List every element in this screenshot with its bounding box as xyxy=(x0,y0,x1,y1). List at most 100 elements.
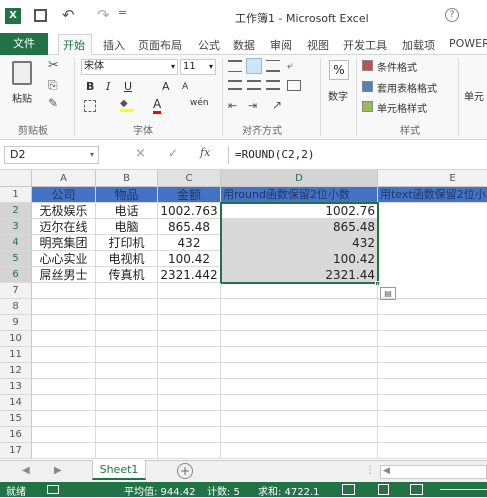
cell-c5[interactable]: 100.42 xyxy=(158,251,221,267)
empty-cell[interactable] xyxy=(32,347,96,363)
empty-cell[interactable] xyxy=(32,427,96,443)
formula-input[interactable]: =ROUND(C2,2) xyxy=(228,146,487,164)
empty-cell[interactable] xyxy=(378,411,487,427)
add-sheet-button[interactable]: + xyxy=(177,463,193,479)
column-header-c[interactable]: C xyxy=(158,170,221,187)
empty-cell[interactable] xyxy=(378,283,487,299)
fill-color-icon[interactable]: ◆ xyxy=(120,98,134,112)
copy-icon[interactable]: ⎘ xyxy=(48,78,58,93)
decrease-indent-icon[interactable]: ⇤ xyxy=(228,99,237,112)
cell-a5[interactable]: 心心实业 xyxy=(32,251,96,267)
empty-cell[interactable] xyxy=(221,411,378,427)
empty-cell[interactable] xyxy=(158,379,221,395)
cell-a2[interactable]: 无极娱乐 xyxy=(32,203,96,219)
cell-d2[interactable]: 1002.76 xyxy=(221,203,378,219)
cell-b4[interactable]: 打印机 xyxy=(96,235,158,251)
empty-cell[interactable] xyxy=(158,427,221,443)
empty-cell[interactable] xyxy=(32,443,96,459)
empty-cell[interactable] xyxy=(158,299,221,315)
empty-cell[interactable] xyxy=(378,379,487,395)
row-header[interactable]: 5 xyxy=(0,251,32,267)
empty-cell[interactable] xyxy=(32,299,96,315)
empty-cell[interactable] xyxy=(32,363,96,379)
row-header[interactable]: 10 xyxy=(0,331,32,347)
empty-cell[interactable] xyxy=(378,315,487,331)
empty-cell[interactable] xyxy=(378,363,487,379)
empty-cell[interactable] xyxy=(158,283,221,299)
tab-review[interactable]: 审阅 xyxy=(270,37,292,53)
align-top-icon[interactable] xyxy=(228,60,242,72)
empty-cell[interactable] xyxy=(378,331,487,347)
empty-cell[interactable] xyxy=(158,347,221,363)
cell-d1[interactable]: 用round函数保留2位小数 xyxy=(221,187,378,203)
empty-cell[interactable] xyxy=(96,299,158,315)
cell-e1[interactable]: 用text函数保留2位小 xyxy=(378,187,487,203)
font-color-button[interactable]: A xyxy=(153,98,162,114)
cell-c4[interactable]: 432 xyxy=(158,235,221,251)
cell-a3[interactable]: 迈尔在线 xyxy=(32,219,96,235)
select-all-button[interactable] xyxy=(0,170,32,187)
align-center-icon[interactable] xyxy=(247,80,261,90)
row-header[interactable]: 17 xyxy=(0,443,32,459)
macro-record-icon[interactable] xyxy=(47,485,59,494)
cell-c2[interactable]: 1002.763 xyxy=(158,203,221,219)
cell-b5[interactable]: 电视机 xyxy=(96,251,158,267)
row-header[interactable]: 11 xyxy=(0,347,32,363)
empty-cell[interactable] xyxy=(158,443,221,459)
empty-cell[interactable] xyxy=(96,411,158,427)
empty-cell[interactable] xyxy=(221,347,378,363)
align-left-icon[interactable] xyxy=(228,80,242,90)
phonetic-button[interactable]: wén xyxy=(190,98,209,108)
normal-view-icon[interactable] xyxy=(342,484,355,495)
tab-page-layout[interactable]: 页面布局 xyxy=(138,37,182,53)
tab-formulas[interactable]: 公式 xyxy=(198,37,220,53)
empty-cell[interactable] xyxy=(96,315,158,331)
column-header-a[interactable]: A xyxy=(32,170,96,187)
row-header[interactable]: 9 xyxy=(0,315,32,331)
horizontal-scrollbar[interactable]: ◀ xyxy=(380,465,487,479)
empty-cell[interactable] xyxy=(221,443,378,459)
empty-cell[interactable] xyxy=(158,363,221,379)
cell-a6[interactable]: 屌丝男士 xyxy=(32,267,96,283)
empty-cell[interactable] xyxy=(221,379,378,395)
empty-cell[interactable] xyxy=(221,331,378,347)
empty-cell[interactable] xyxy=(96,427,158,443)
column-header-b[interactable]: B xyxy=(96,170,158,187)
italic-button[interactable]: I xyxy=(106,80,110,93)
empty-cell[interactable] xyxy=(158,315,221,331)
empty-cell[interactable] xyxy=(221,363,378,379)
cancel-icon[interactable]: × xyxy=(135,146,146,161)
row-header[interactable]: 14 xyxy=(0,395,32,411)
row-header[interactable]: 8 xyxy=(0,299,32,315)
undo-icon[interactable]: ↶ xyxy=(62,6,75,24)
enter-icon[interactable]: ✓ xyxy=(168,146,178,160)
empty-cell[interactable] xyxy=(96,395,158,411)
empty-cell[interactable] xyxy=(378,299,487,315)
percent-button[interactable]: % xyxy=(329,60,349,80)
row-header[interactable]: 4 xyxy=(0,235,32,251)
row-header[interactable]: 16 xyxy=(0,427,32,443)
empty-cell[interactable] xyxy=(221,395,378,411)
empty-cell[interactable] xyxy=(32,395,96,411)
column-header-d[interactable]: D xyxy=(221,170,378,187)
page-break-view-icon[interactable] xyxy=(410,484,423,495)
paste-icon[interactable] xyxy=(12,61,32,85)
name-box[interactable]: D2 ▾ xyxy=(4,146,99,164)
sheet-tab-sheet1[interactable]: Sheet1 xyxy=(92,460,146,480)
cell-c6[interactable]: 2321.442 xyxy=(158,267,221,283)
conditional-format-button[interactable]: 条件格式 xyxy=(377,59,417,74)
row-header[interactable]: 3 xyxy=(0,219,32,235)
tab-view[interactable]: 视图 xyxy=(307,37,329,53)
merge-center-icon[interactable] xyxy=(287,80,301,91)
tab-power[interactable]: POWER xyxy=(449,37,487,50)
format-as-table-button[interactable]: 套用表格格式 xyxy=(377,80,437,95)
empty-cell[interactable] xyxy=(158,411,221,427)
empty-cell[interactable] xyxy=(378,427,487,443)
align-middle-icon[interactable] xyxy=(246,58,262,74)
font-grow-button[interactable]: A xyxy=(162,80,170,93)
cell-d5[interactable]: 100.42 xyxy=(221,251,378,267)
tab-insert[interactable]: 插入 xyxy=(103,37,125,53)
paste-button[interactable]: 粘贴 xyxy=(12,90,32,105)
cell-d4[interactable]: 432 xyxy=(221,235,378,251)
page-layout-view-icon[interactable] xyxy=(378,484,389,495)
